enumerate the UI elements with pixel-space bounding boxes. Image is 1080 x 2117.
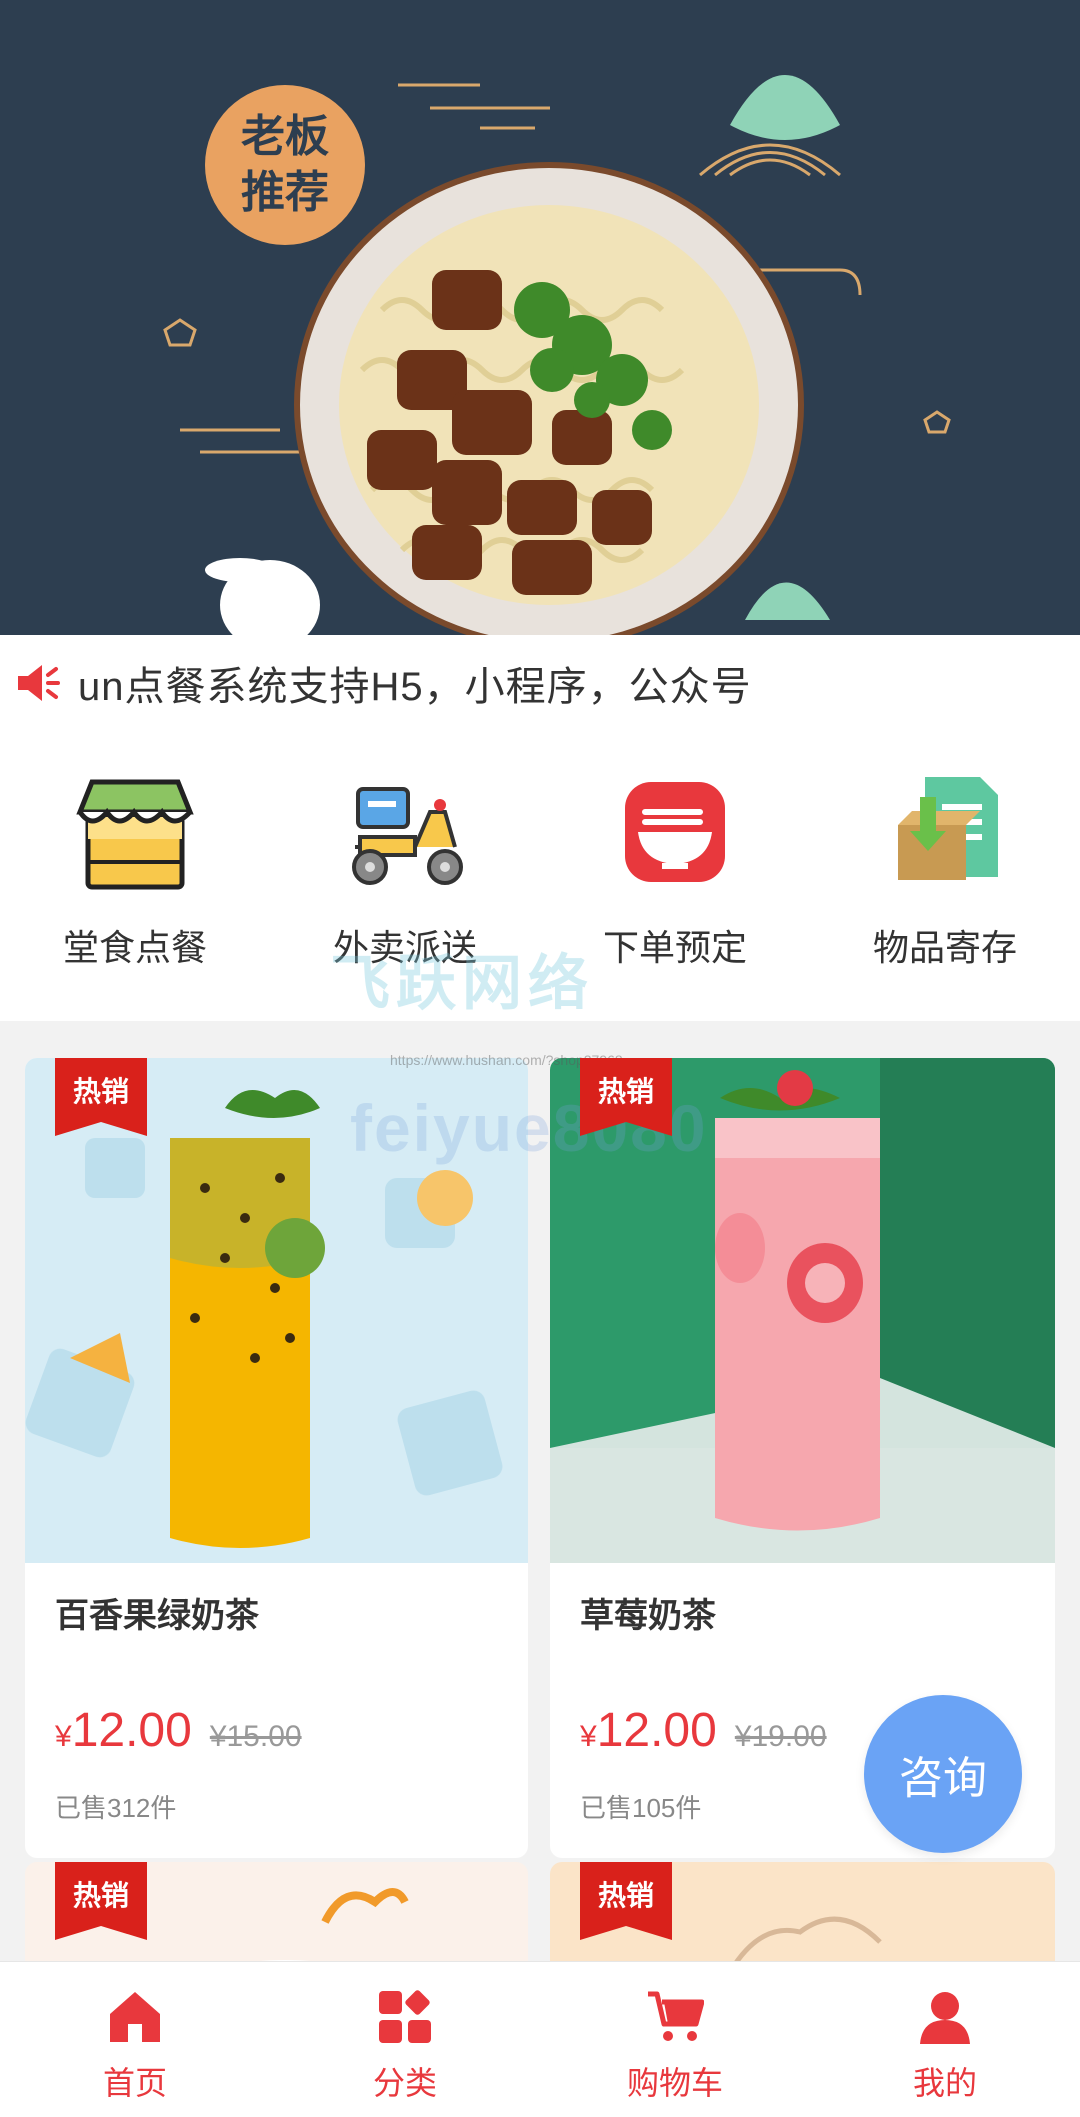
tab-profile[interactable]: 我的 xyxy=(810,1962,1080,2117)
badge-line-1: 老板 xyxy=(241,111,329,162)
nav-label: 下单预定 xyxy=(602,927,747,968)
tab-category[interactable]: 分类 xyxy=(270,1962,540,2117)
price-value: 12.00 xyxy=(596,1704,717,1757)
nav-item-storage[interactable]: 物品寄存 xyxy=(810,731,1080,1021)
shop-icon xyxy=(76,779,194,890)
storage-box-icon xyxy=(898,777,998,880)
promo-banner[interactable]: 老板 推荐 xyxy=(0,0,1080,635)
nav-label: 外卖派送 xyxy=(332,927,477,968)
product-name: 百香果绿奶茶 xyxy=(55,1597,259,1635)
notice-text: un点餐系统支持H5，小程序，公众号 xyxy=(78,665,752,709)
service-nav-grid: 堂食点餐 外卖派送 下单预定 物品寄存 xyxy=(0,731,1080,1021)
speaker-icon xyxy=(18,665,60,701)
nav-item-reservation[interactable]: 下单预定 xyxy=(540,731,810,1021)
original-price: ¥19.00 xyxy=(734,1720,827,1753)
product-price: ¥12.00 ¥15.00 xyxy=(55,1703,302,1758)
sold-count: 已售312件 xyxy=(55,1793,177,1823)
price-value: 12.00 xyxy=(71,1704,192,1757)
cart-icon xyxy=(648,1991,704,2041)
bottom-tab-bar: 首页 分类 购物车 我的 xyxy=(0,1961,1080,2117)
sold-count: 已售105件 xyxy=(580,1793,702,1823)
tab-cart[interactable]: 购物车 xyxy=(540,1962,810,2117)
bowl-icon xyxy=(625,782,725,882)
noodle-bowl-image xyxy=(294,162,804,635)
nav-label: 物品寄存 xyxy=(872,927,1017,968)
nav-item-dine-in[interactable]: 堂食点餐 xyxy=(0,731,270,1021)
product-name: 草莓奶茶 xyxy=(580,1597,716,1635)
product-card[interactable]: 热销 百香果绿奶茶 ¥12.00 ¥15.00 已售312件 xyxy=(25,1058,528,1858)
tab-label: 购物车 xyxy=(626,2065,723,2101)
nav-item-delivery[interactable]: 外卖派送 xyxy=(270,731,540,1021)
consult-button[interactable]: 咨询 xyxy=(864,1695,1022,1853)
scooter-icon xyxy=(352,787,463,885)
product-price: ¥12.00 ¥19.00 xyxy=(580,1703,827,1758)
strawberry-milk-tea-image xyxy=(550,1058,1055,1531)
user-icon xyxy=(920,1992,970,2044)
currency-symbol: ¥ xyxy=(55,1720,72,1753)
nav-label: 堂食点餐 xyxy=(62,927,207,968)
product-image xyxy=(25,1058,528,1563)
notice-bar[interactable]: un点餐系统支持H5，小程序，公众号 xyxy=(0,635,1080,731)
original-price: ¥15.00 xyxy=(209,1720,302,1753)
tab-label: 我的 xyxy=(912,2065,977,2101)
app-page: 老板 推荐 un点餐系统支持H5，小程序，公众号 堂食点餐 外卖派送 下单预定 … xyxy=(0,0,1080,2117)
tab-label: 分类 xyxy=(372,2065,437,2101)
category-icon xyxy=(379,1990,431,2043)
currency-symbol: ¥ xyxy=(580,1720,597,1753)
product-image xyxy=(550,1058,1055,1563)
home-icon xyxy=(110,1992,160,2042)
tab-label: 首页 xyxy=(102,2065,167,2101)
passion-fruit-tea-image xyxy=(25,1090,503,1548)
tab-home[interactable]: 首页 xyxy=(0,1962,270,2117)
